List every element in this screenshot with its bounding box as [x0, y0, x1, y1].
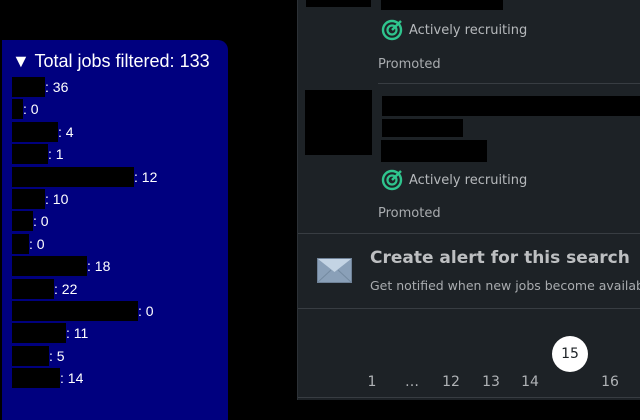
envelope-icon — [317, 258, 352, 283]
filter-count-row: : 5 — [12, 345, 65, 366]
filter-count-row: : 12 — [12, 166, 158, 187]
redacted-label — [12, 368, 60, 389]
filter-count-row: : 22 — [12, 278, 78, 299]
redacted-label — [12, 278, 54, 299]
job-location — [381, 140, 487, 162]
filter-count: : 0 — [29, 235, 45, 252]
alert-subtitle: Get notified when new jobs become availa… — [370, 278, 640, 293]
page-1-button[interactable]: 1 — [354, 370, 390, 394]
page-16-button[interactable]: 16 — [592, 370, 628, 394]
page-15-button[interactable]: 15 — [552, 336, 588, 372]
filter-count: : 4 — [58, 123, 74, 140]
redacted-label — [12, 345, 49, 366]
promoted-label: Promoted — [378, 57, 441, 72]
filter-count-row: : 4 — [12, 121, 74, 142]
filter-count: : 1 — [48, 146, 64, 163]
redacted-label — [12, 301, 138, 321]
filter-count: : 11 — [66, 325, 89, 342]
radar-icon — [381, 169, 403, 191]
page-12-button[interactable]: 12 — [433, 370, 469, 394]
filter-count-row: : 0 — [12, 99, 39, 120]
filter-count: : 14 — [60, 370, 84, 387]
filter-count: : 10 — [45, 191, 69, 207]
filter-count-row: : 14 — [12, 368, 84, 389]
filter-count-row: : 10 — [12, 189, 68, 209]
redacted-label — [12, 121, 58, 142]
company-name[interactable] — [382, 119, 463, 137]
recruiting-label: Actively recruiting — [409, 22, 528, 38]
filter-summary-panel: ▼ Total jobs filtered: 133 : 36 : 0 : 4 : 1… — [2, 40, 228, 420]
promoted-label: Promoted — [378, 206, 441, 221]
filter-count: : 18 — [87, 258, 111, 275]
filter-count-row: : 1 — [12, 144, 64, 165]
filter-count: : 0 — [23, 101, 39, 118]
redacted-label — [12, 166, 134, 187]
redacted-label — [12, 189, 45, 209]
filter-count-row: : 0 — [12, 233, 45, 254]
filter-count-row: : 0 — [12, 211, 49, 232]
job-title[interactable] — [382, 96, 640, 116]
filter-count: : 36 — [45, 79, 69, 95]
redacted-label — [12, 256, 87, 277]
create-alert-link[interactable]: Create alert for this search — [370, 248, 630, 268]
recruiting-status: Actively recruiting — [381, 19, 527, 41]
page-13-button[interactable]: 13 — [473, 370, 509, 394]
redacted-label — [12, 77, 45, 97]
redacted-label — [12, 211, 33, 232]
filter-count-row: : 11 — [12, 323, 89, 344]
job-title[interactable] — [381, 0, 503, 10]
page-14-button[interactable]: 14 — [512, 370, 548, 394]
redacted-label — [12, 233, 29, 254]
filter-count: : 0 — [138, 303, 154, 319]
recruiting-status: Actively recruiting — [381, 169, 527, 191]
redacted-label — [12, 99, 23, 120]
filter-summary-title[interactable]: ▼ Total jobs filtered: 133 — [12, 51, 210, 72]
page-ellipsis: … — [405, 374, 419, 390]
filter-count: : 12 — [134, 168, 158, 185]
company-logo[interactable] — [306, 0, 371, 7]
radar-icon — [381, 19, 403, 41]
filter-count-row: : 0 — [12, 301, 154, 321]
job-results-list: Actively recruiting Promoted Actively re… — [297, 0, 640, 400]
filter-count-row: : 18 — [12, 256, 111, 277]
redacted-label — [12, 144, 48, 165]
company-logo[interactable] — [305, 90, 372, 155]
redacted-label — [12, 323, 66, 344]
recruiting-label: Actively recruiting — [409, 172, 528, 188]
filter-count-row: : 36 — [12, 77, 68, 97]
filter-count: : 5 — [49, 347, 65, 364]
filter-count: : 0 — [33, 213, 49, 230]
filter-count: : 22 — [54, 280, 78, 297]
